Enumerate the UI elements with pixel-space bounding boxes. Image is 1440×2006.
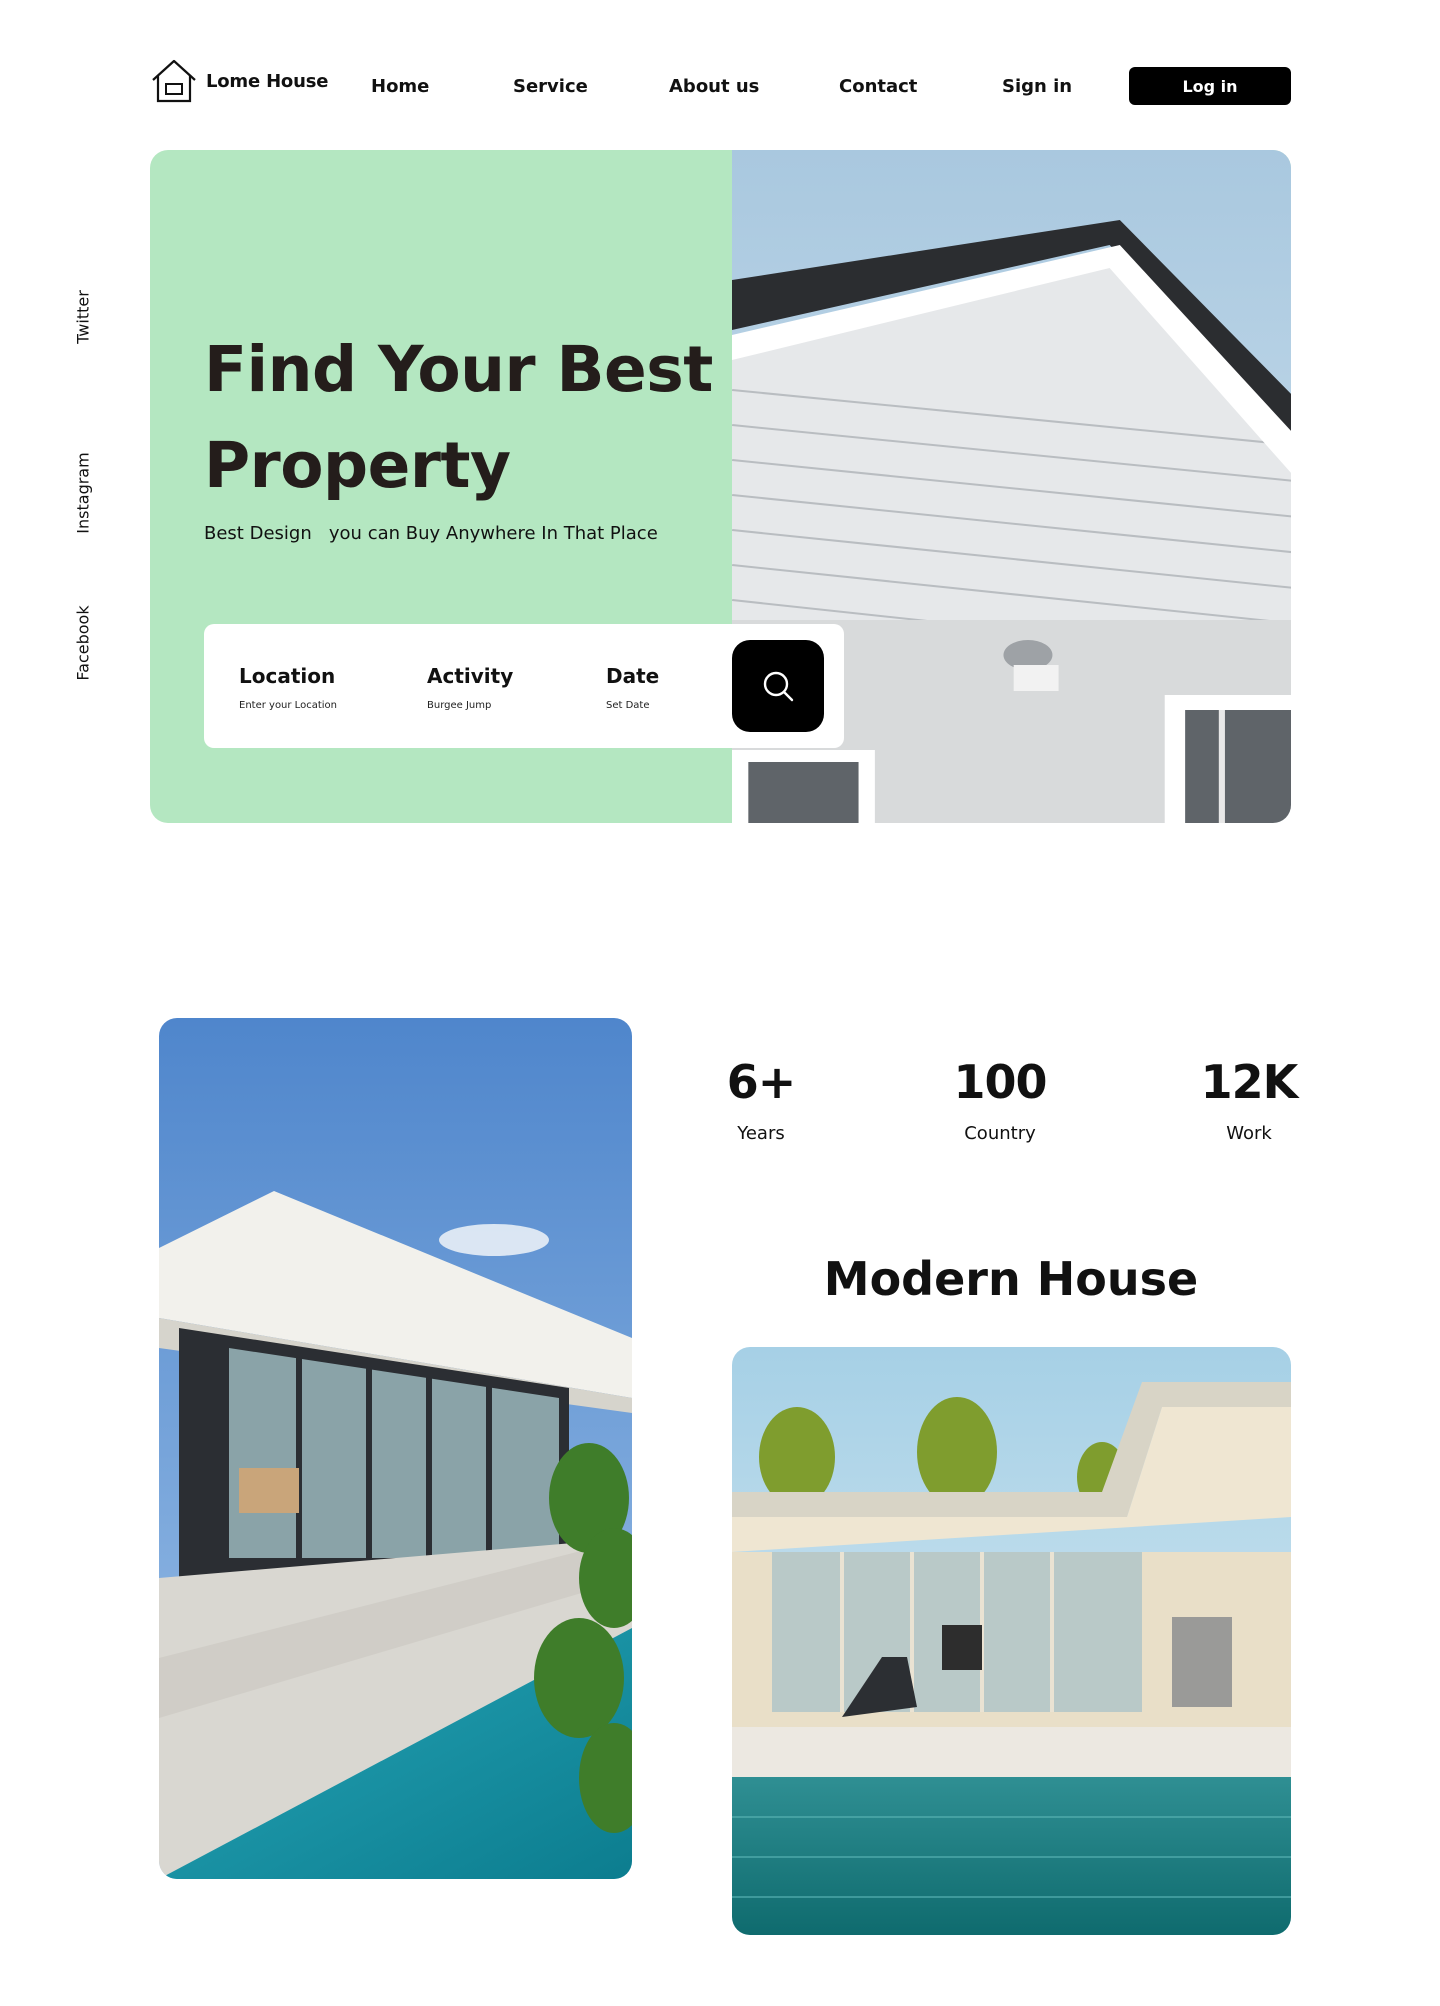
search-button[interactable]	[732, 640, 824, 732]
location-label: Location	[239, 664, 336, 688]
stat-country: 100 Country	[953, 1055, 1047, 1144]
location-field[interactable]: Location Enter your Location	[239, 664, 337, 711]
nav-home-link[interactable]: Home	[371, 76, 429, 97]
nav-contact-link[interactable]: Contact	[839, 76, 917, 97]
section-title: Modern House	[823, 1252, 1199, 1306]
stat-country-value: 100	[953, 1055, 1047, 1109]
date-hint: Set Date	[606, 700, 650, 711]
hero-subtitle: Best Design you can Buy Anywhere In That…	[204, 523, 658, 544]
hero-title-line1: Find Your Best	[204, 333, 713, 406]
stat-work-value: 12K	[1200, 1055, 1299, 1109]
brand-logo[interactable]: Lome House	[150, 58, 328, 104]
stat-years: 6+ Years	[726, 1055, 797, 1144]
social-twitter-link[interactable]: Twitter	[74, 290, 93, 344]
hero-title-line2: Property	[204, 429, 511, 502]
activity-hint: Burgee Jump	[427, 700, 492, 711]
stat-years-label: Years	[737, 1123, 785, 1144]
stat-years-value: 6+	[726, 1055, 797, 1109]
stat-country-label: Country	[964, 1123, 1036, 1144]
login-button[interactable]: Log in	[1129, 67, 1291, 105]
nav-service-link[interactable]: Service	[513, 76, 588, 97]
brand-name: Lome House	[206, 70, 329, 92]
house-icon	[152, 59, 196, 103]
villa-pool-image	[159, 1018, 632, 1879]
date-label: Date	[606, 664, 660, 688]
social-instagram-link[interactable]: Instagram	[74, 452, 93, 533]
search-icon	[763, 671, 794, 702]
social-facebook-link[interactable]: Facebook	[74, 605, 93, 680]
activity-label: Activity	[427, 664, 514, 688]
stat-work: 12K Work	[1200, 1055, 1299, 1144]
stat-work-label: Work	[1226, 1123, 1272, 1144]
nav-signin-link[interactable]: Sign in	[1002, 76, 1072, 97]
date-field[interactable]: Date Set Date	[606, 664, 659, 711]
nav-about-link[interactable]: About us	[669, 76, 759, 97]
property-search-card: Location Enter your Location Activity Bu…	[204, 624, 844, 748]
location-hint: Enter your Location	[239, 700, 337, 711]
hero-title: Find Your Best Property	[204, 322, 724, 514]
activity-field[interactable]: Activity Burgee Jump	[427, 664, 513, 711]
modern-house-image	[732, 1347, 1291, 1935]
